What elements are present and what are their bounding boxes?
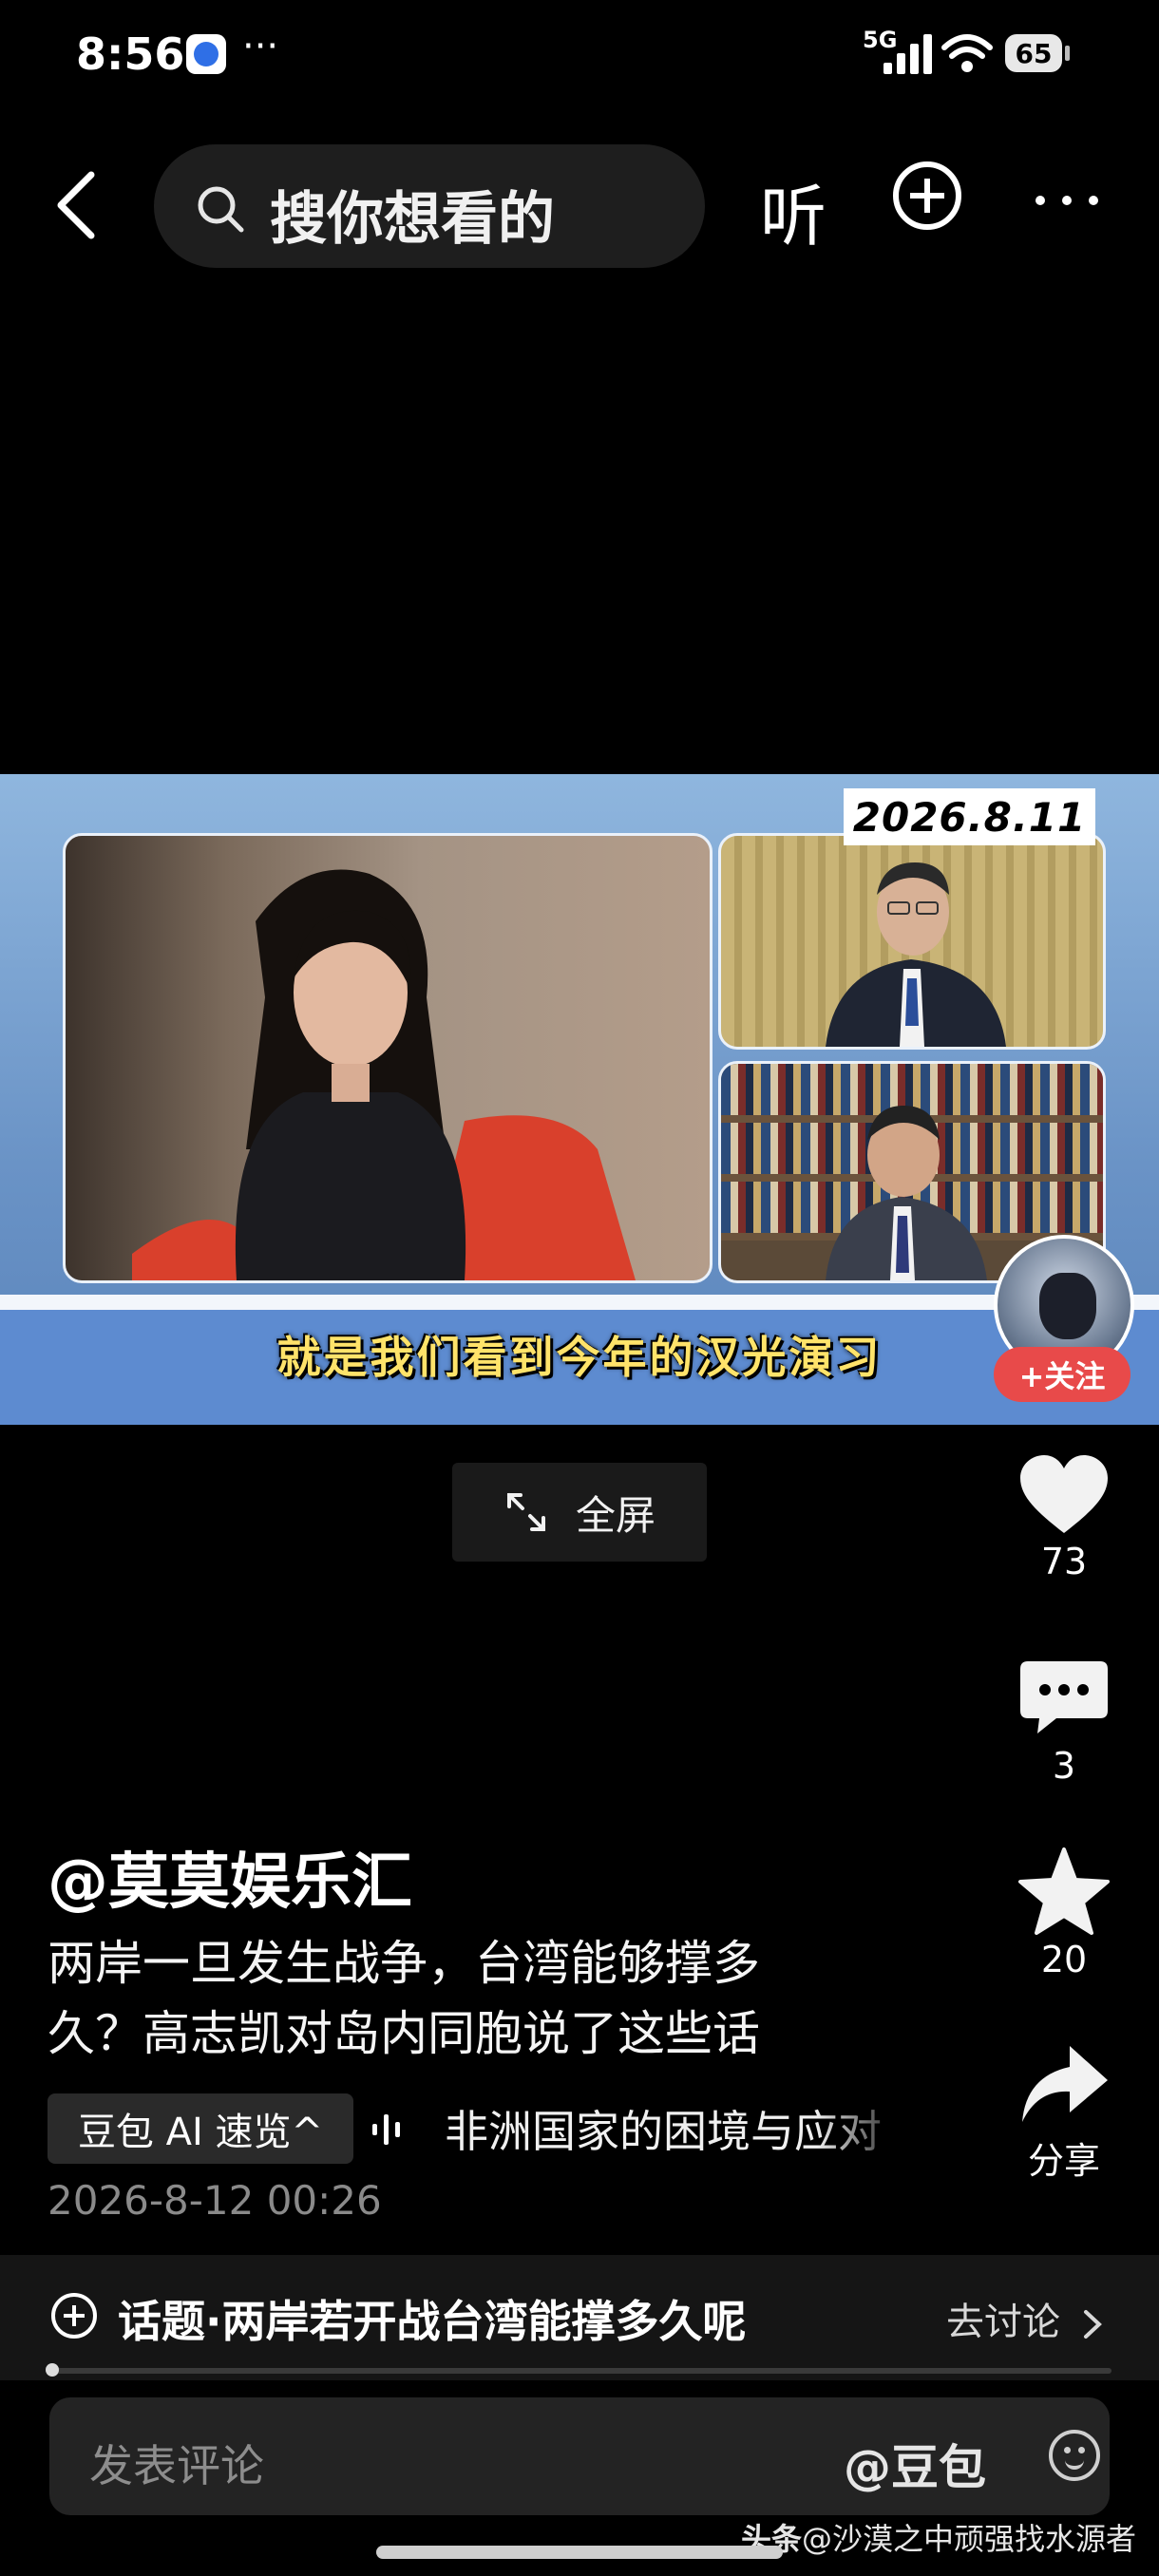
comment-icon	[1020, 1661, 1108, 1733]
video-subtitle: 就是我们看到今年的汉光演习	[276, 1332, 883, 1383]
add-button[interactable]	[893, 161, 961, 230]
fullscreen-button[interactable]: 全屏	[452, 1463, 707, 1562]
like-button[interactable]: 73	[1007, 1453, 1121, 1582]
expand-icon	[506, 1493, 545, 1531]
battery-indicator: 65	[1005, 34, 1070, 72]
share-icon	[1022, 2046, 1108, 2122]
watermark-handle: @沙漠之中顽强找水源者	[802, 2521, 1137, 2557]
comment-button[interactable]: 3	[1007, 1657, 1121, 1787]
video-player[interactable]: 2026.8.11 就是我们看到今年的汉光演习	[0, 774, 1159, 1425]
home-indicator[interactable]	[376, 2546, 783, 2559]
add-circle-icon	[51, 2293, 97, 2339]
notification-more-icon: ···	[242, 25, 279, 68]
progress-track[interactable]	[49, 2368, 1112, 2374]
video-title-line-2: 久？高志凯对岛内同胞说了这些话	[48, 2006, 760, 2061]
author-name[interactable]: @莫莫娱乐汇	[48, 1833, 412, 1921]
favorite-count: 20	[1040, 1939, 1088, 1980]
ai-summary-chip[interactable]: 豆包 AI 速览^	[48, 2093, 353, 2164]
share-button[interactable]: 分享	[1007, 2042, 1121, 2184]
topic-row[interactable]: 话题·两岸若开战台湾能撑多久呢 去讨论	[0, 2255, 1159, 2380]
listen-button[interactable]: 听	[760, 163, 826, 259]
video-date-stamp: 2026.8.11	[844, 788, 1095, 845]
main-speaker-video	[63, 833, 712, 1283]
publish-time: 2026-8-12 00:26	[48, 2177, 382, 2224]
star-icon	[1018, 1847, 1110, 1935]
search-placeholder: 搜你想看的	[270, 186, 555, 253]
more-options-button[interactable]	[1030, 186, 1106, 215]
heart-icon	[1020, 1455, 1108, 1533]
search-icon	[198, 186, 244, 233]
emoji-icon[interactable]	[1049, 2430, 1100, 2481]
status-time: 8:56	[76, 28, 185, 80]
watermark: 头条@沙漠之中顽强找水源者	[741, 2515, 1136, 2559]
share-label: 分享	[1027, 2140, 1100, 2182]
subtitle-bar: 就是我们看到今年的汉光演习	[0, 1295, 1159, 1425]
wifi-icon	[941, 34, 993, 72]
video-title-line-1: 两岸一旦发生战争，台湾能够撑多	[48, 1936, 760, 1991]
favorite-button[interactable]: 20	[1007, 1847, 1121, 1980]
back-button[interactable]	[49, 167, 106, 243]
fullscreen-label: 全屏	[575, 1491, 656, 1539]
discuss-label: 去讨论	[946, 2301, 1060, 2344]
comment-input[interactable]: 发表评论 @豆包	[49, 2397, 1110, 2515]
mention-doubao-button[interactable]: @豆包	[844, 2430, 986, 2498]
comment-placeholder: 发表评论	[89, 2440, 264, 2491]
video-title: 两岸一旦发生战争，台湾能够撑多 久？高志凯对岛内同胞说了这些话	[48, 1928, 902, 2069]
chevron-right-icon	[1083, 2310, 1102, 2339]
topic-text: 话题·两岸若开战台湾能撑多久呢	[118, 2296, 747, 2347]
like-count: 73	[1040, 1541, 1088, 1582]
discuss-link[interactable]: 去讨论	[946, 2291, 1107, 2346]
baidu-app-icon	[186, 34, 226, 74]
audio-wave-icon	[372, 2114, 400, 2145]
search-input[interactable]: 搜你想看的	[154, 144, 705, 268]
comment-count: 3	[1052, 1745, 1076, 1787]
ai-summary-text[interactable]: 非洲国家的困境与应对	[445, 2097, 910, 2160]
follow-button[interactable]: +关注	[994, 1347, 1130, 1402]
guest-1-video	[718, 833, 1106, 1050]
signal-icon	[884, 34, 933, 74]
